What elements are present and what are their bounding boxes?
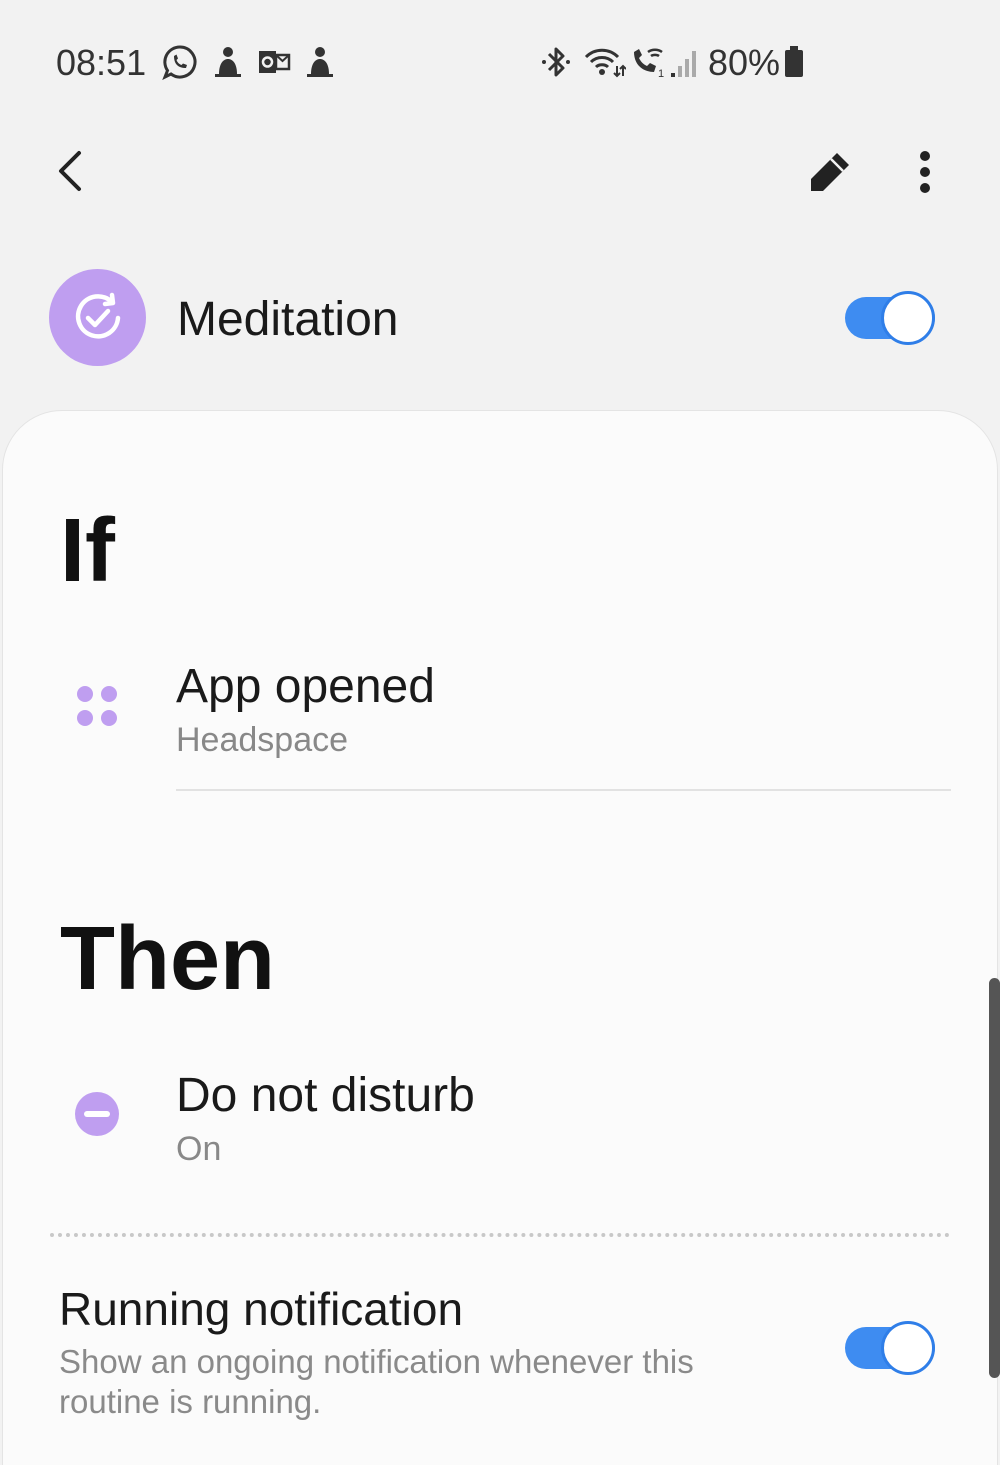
more-options-button[interactable] xyxy=(902,146,948,198)
battery-icon xyxy=(785,46,803,77)
headspace-app-icon xyxy=(215,47,241,77)
headspace-app-icon xyxy=(307,47,333,77)
divider xyxy=(176,789,951,791)
routine-title: Meditation xyxy=(177,293,399,346)
more-vertical-icon xyxy=(920,151,930,193)
condition-subtitle: Headspace xyxy=(176,721,349,759)
back-arrow-icon xyxy=(59,151,81,191)
running-notification-toggle[interactable] xyxy=(845,1321,935,1375)
app-grid-icon xyxy=(77,686,117,726)
running-notification-title: Running notification xyxy=(59,1283,464,1335)
if-section-title: If xyxy=(60,501,115,601)
condition-title: App opened xyxy=(176,660,435,713)
pencil-icon xyxy=(811,153,849,191)
do-not-disturb-icon xyxy=(75,1092,119,1136)
running-notification-description: Show an ongoing notification whenever th… xyxy=(59,1343,694,1420)
routine-enable-toggle[interactable] xyxy=(845,291,935,345)
action-title: Do not disturb xyxy=(176,1069,475,1122)
wifi-icon xyxy=(584,48,626,78)
dotted-separator xyxy=(50,1233,950,1237)
routine-check-icon xyxy=(75,292,120,339)
bluetooth-icon xyxy=(542,47,570,77)
then-section-title: Then xyxy=(60,909,275,1009)
routine-detail-screen: 08:51 1 80% Meditation If App opened Hea… xyxy=(0,0,1000,1465)
scrollbar[interactable] xyxy=(989,978,1000,1378)
action-subtitle: On xyxy=(176,1130,222,1168)
svg-text:1: 1 xyxy=(658,68,664,80)
whatsapp-icon xyxy=(162,45,197,80)
routine-icon xyxy=(49,269,146,366)
status-bar: 08:51 1 80% xyxy=(0,0,1000,126)
wifi-calling-icon: 1 xyxy=(634,48,664,80)
toggle-thumb xyxy=(881,1321,935,1375)
signal-icon xyxy=(671,51,696,77)
status-time: 08:51 xyxy=(56,42,147,83)
toggle-thumb xyxy=(881,291,935,345)
outlook-icon xyxy=(259,51,291,73)
back-button[interactable] xyxy=(44,146,94,196)
edit-button[interactable] xyxy=(804,146,856,198)
battery-percentage: 80% xyxy=(708,42,781,83)
